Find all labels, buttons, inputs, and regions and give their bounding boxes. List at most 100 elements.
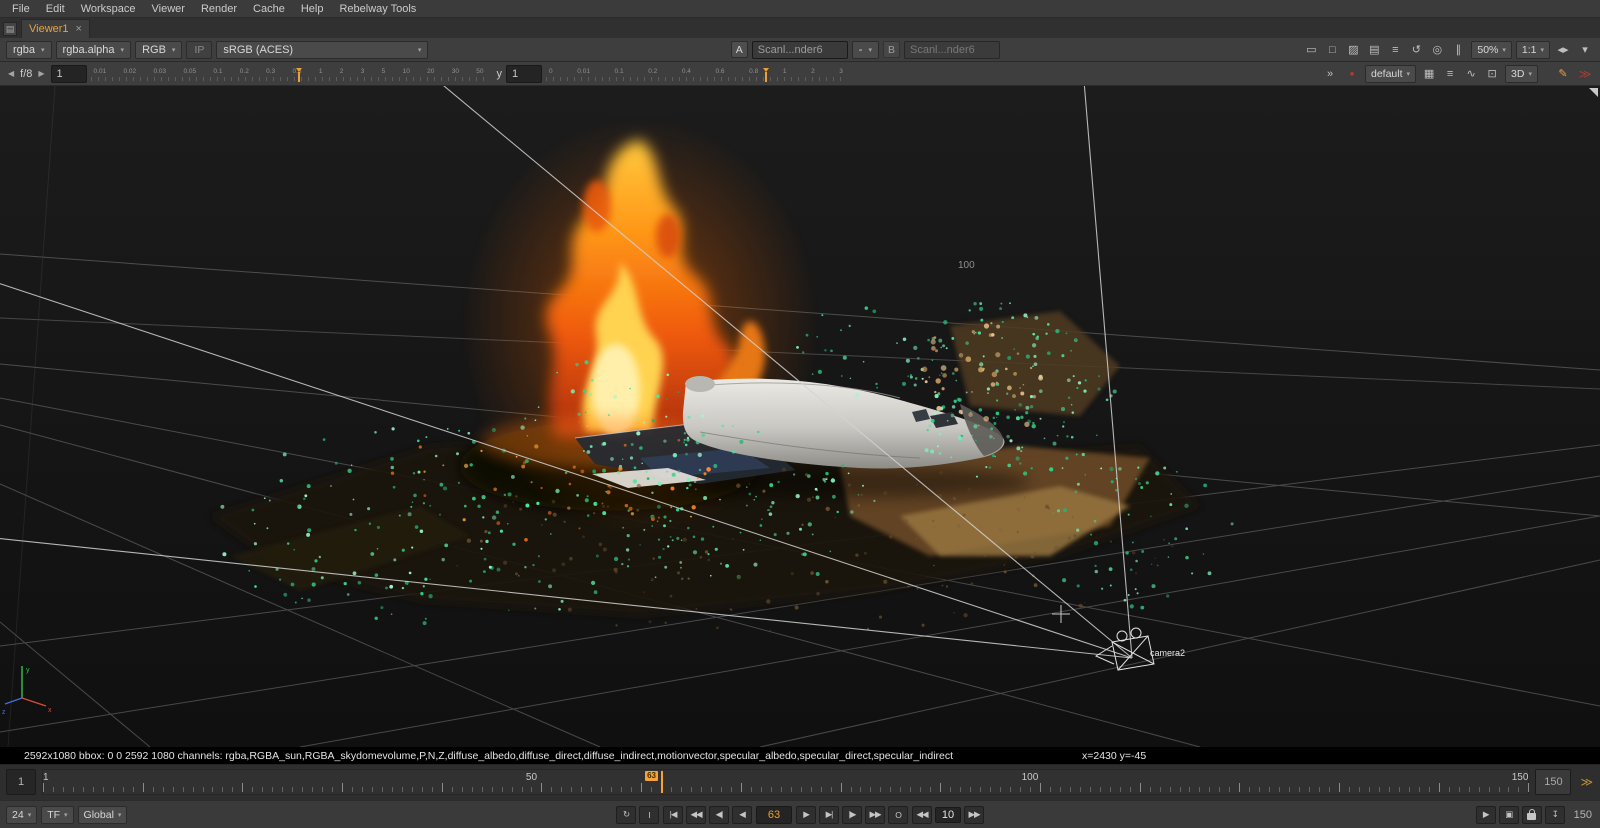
timeline-expand-icon[interactable]: ≫ (1577, 775, 1596, 789)
menu-rebelway-tools[interactable]: Rebelway Tools (331, 2, 424, 16)
viewer-process-dropdown[interactable]: sRGB (ACES) ▾ (216, 40, 429, 59)
gain-slider[interactable]: 0.010.020.030.050.10.20.30.5123510203050 (90, 65, 487, 82)
range-end-field[interactable]: 150 (1535, 769, 1572, 795)
toolbar-menu-chevron-icon[interactable]: ▾ (1576, 41, 1594, 58)
pane-menu-icon[interactable]: ▤ (3, 22, 17, 36)
increment-field[interactable]: 10 (935, 806, 961, 823)
full-frame-icon[interactable]: □ (1323, 41, 1341, 58)
step-forward-button[interactable]: ▶| (819, 805, 839, 824)
gamma-field[interactable]: 1 (506, 64, 543, 83)
loop-button[interactable]: O (888, 805, 908, 824)
range-lock-button[interactable]: I (639, 805, 659, 824)
slider-tick-label: 2 (339, 68, 344, 75)
gain-field[interactable]: 1 (50, 64, 87, 83)
layer-dropdown[interactable]: rgba ▾ (6, 40, 52, 59)
menu-cache[interactable]: Cache (245, 2, 293, 16)
input-process-toggle[interactable]: IP (186, 40, 213, 59)
menu-file[interactable]: File (4, 2, 38, 16)
marquee-select-icon[interactable]: ⊡ (1483, 65, 1501, 82)
menu-render[interactable]: Render (193, 2, 245, 16)
goto-start-button[interactable]: |◀ (663, 805, 683, 824)
frame-range-dropdown[interactable]: Global ▾ (77, 805, 128, 824)
slider-tick-label: 0.01 (93, 68, 107, 75)
menu-edit[interactable]: Edit (38, 2, 73, 16)
tab-close-icon[interactable]: × (76, 23, 82, 35)
gamma-tick-labels: 0 0.01 0.1 0.2 0.4 0.6 0.8 1 2 3 (546, 65, 846, 78)
playback-mode-button[interactable]: ↻ (616, 805, 636, 824)
gain-next-icon[interactable]: ▶ (36, 69, 46, 78)
render-button[interactable]: ▣ (1498, 805, 1519, 824)
refresh-icon[interactable]: ↺ (1407, 41, 1425, 58)
gamma-slider[interactable]: 0 0.01 0.1 0.2 0.4 0.6 0.8 1 2 3 (546, 65, 847, 82)
flipbook-button[interactable]: ▶ (1475, 805, 1496, 824)
center-view-icon[interactable]: ◎ (1428, 41, 1446, 58)
pane-splitter-corner[interactable] (1589, 88, 1598, 97)
chevron-down-icon: ▾ (64, 811, 68, 819)
b-source-field[interactable]: Scanl...nder6 (903, 40, 1000, 59)
view-mode-dropdown[interactable]: 3D ▾ (1505, 64, 1538, 83)
gain-prev-icon[interactable]: ◀ (6, 69, 16, 78)
menu-viewer[interactable]: Viewer (144, 2, 193, 16)
prev-increment-button[interactable]: ◀| (709, 805, 729, 824)
play-forward-button[interactable]: ▶ (796, 805, 816, 824)
dd-label: - (858, 43, 863, 56)
dd-label: TF (47, 808, 61, 821)
pixel-aspect-dropdown[interactable]: 1:1 ▾ (1515, 40, 1551, 59)
pause-updates-icon[interactable]: ∥ (1449, 41, 1467, 58)
slider-tick-label: 30 (451, 68, 459, 75)
cursor-position-text: x=2430 y=-45 (1082, 749, 1147, 762)
checker-background-icon[interactable]: ▨ (1344, 41, 1362, 58)
current-frame-field[interactable]: 63 (756, 805, 792, 824)
lock-range-button[interactable] (1521, 805, 1542, 824)
gamma-marker[interactable] (763, 68, 770, 82)
wipe-mode-icon[interactable]: ▭ (1302, 41, 1320, 58)
ab-blend-dropdown[interactable]: - ▾ (851, 40, 879, 59)
viewer-layout-dropdown[interactable]: default ▾ (1365, 64, 1417, 83)
3d-viewport[interactable]: camera2 100 y x z (0, 86, 1600, 747)
goto-end-button[interactable]: ▶▶ (865, 805, 885, 824)
playhead[interactable]: 63 (645, 771, 664, 793)
playback-mode-group: ↻ I (616, 805, 659, 824)
annotate-pencil-icon[interactable]: ✎ (1554, 65, 1572, 82)
slider-tick-label: 0.03 (153, 68, 167, 75)
a-source-field[interactable]: Scanl...nder6 (751, 40, 848, 59)
row-layout-icon[interactable]: ≡ (1441, 65, 1459, 82)
slider-tick-label: 2 (811, 68, 815, 75)
overlay-menu-icon[interactable]: ≡ (1386, 41, 1404, 58)
tab-viewer1[interactable]: Viewer1 × (21, 19, 90, 38)
menu-help[interactable]: Help (293, 2, 332, 16)
grid-distance-label: 100 (958, 260, 975, 271)
save-button[interactable]: ↧ (1544, 805, 1565, 824)
dd-label: 50% (1477, 43, 1499, 56)
waveform-icon[interactable]: ∿ (1462, 65, 1480, 82)
menubar: File Edit Workspace Viewer Render Cache Help Re… (0, 0, 1600, 18)
next-increment-button[interactable]: |▶ (842, 805, 862, 824)
fstop-label[interactable]: f/8 (20, 68, 32, 80)
zoom-dropdown[interactable]: 50% ▾ (1471, 40, 1512, 59)
range-start-field[interactable]: 1 (6, 769, 36, 795)
step-back-button[interactable]: ◀ (732, 805, 752, 824)
viewport-scene: camera2 100 y x z (0, 86, 1600, 747)
nuke-viewer-window: File Edit Workspace Viewer Render Cache Help Re… (0, 0, 1600, 828)
gain-marker[interactable] (296, 68, 303, 82)
a-buffer-button[interactable]: A (730, 41, 748, 58)
transport-controls: ↻ I |◀ ◀◀ ◀| ◀ 63 ▶ ▶| |▶ ▶▶ O ◀◀ 10 ▶▶ (616, 805, 984, 824)
play-backward-button[interactable]: ◀◀ (686, 805, 706, 824)
stereo-modes-icon[interactable]: » (1321, 65, 1339, 82)
b-buffer-button[interactable]: B (882, 41, 900, 58)
jump-back-increment-button[interactable]: ◀◀ (912, 805, 932, 824)
jump-fwd-increment-button[interactable]: ▶▶ (964, 805, 984, 824)
menu-workspace[interactable]: Workspace (73, 2, 144, 16)
roi-chevrons-icon[interactable]: ≫ (1576, 65, 1594, 82)
monitor-out-icon[interactable]: ▤ (1365, 41, 1383, 58)
spin-arrows-icon[interactable]: ◂▸ (1554, 41, 1572, 58)
timeline-mode-dropdown[interactable]: TF ▾ (41, 805, 74, 824)
display-channels-dropdown[interactable]: RGB ▾ (135, 40, 183, 59)
dd-label: Global (83, 808, 114, 821)
dd-label: default (1371, 67, 1403, 80)
back-buttons-group: |◀ ◀◀ ◀| ◀ (663, 805, 752, 824)
timeline-ruler[interactable]: 1 50 100 150 63 (42, 769, 1530, 795)
lut-grid-icon[interactable]: ▦ (1420, 65, 1438, 82)
alpha-layer-dropdown[interactable]: rgba.alpha ▾ (55, 40, 132, 59)
fps-dropdown[interactable]: 24 ▾ (6, 805, 38, 824)
